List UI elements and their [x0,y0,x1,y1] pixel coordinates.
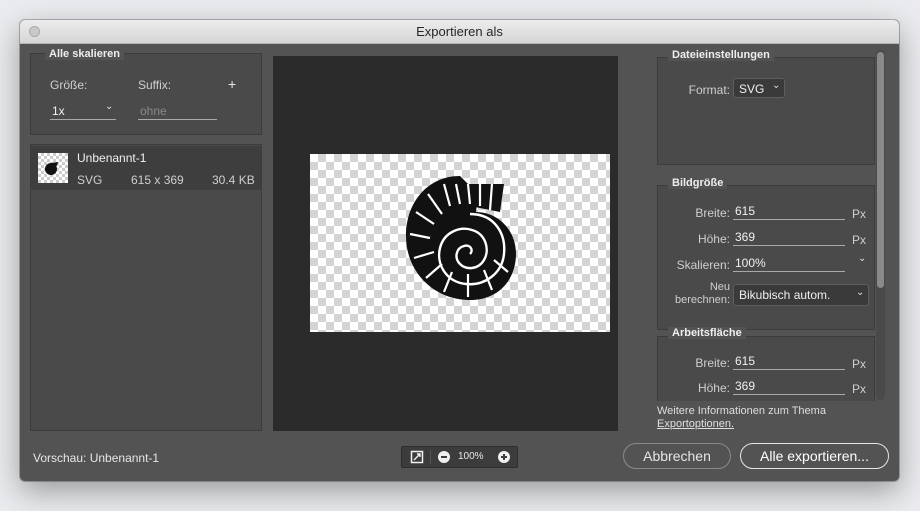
zoom-controls: 100% [401,446,518,468]
scale-value: 100% [735,256,766,270]
file-settings-panel [657,57,875,165]
asset-format: SVG [77,173,103,187]
preview-artboard [310,154,610,332]
artboard-height-label: Höhe: [697,381,730,395]
scale-label: Skalieren: [676,258,730,272]
fit-to-screen-icon[interactable] [406,450,431,464]
chevron-down-icon: ⌄ [856,287,865,298]
export-dialog: Exportieren als Alle skalieren Größe: Su… [20,20,899,481]
asset-filesize: 30.4 KB [212,173,255,187]
scale-section-title: Alle skalieren [45,48,124,60]
chevron-down-icon: ⌄ [772,80,781,91]
artboard-width-input[interactable]: 615 [733,354,845,370]
artboard-width-label: Breite: [695,356,730,370]
nautilus-shell-icon [45,162,58,175]
artboard-height-input[interactable]: 369 [733,379,845,395]
settings-scrollbar[interactable] [876,50,885,400]
zoom-out-icon[interactable] [438,451,450,463]
image-size-title: Bildgröße [668,177,728,189]
title-bar[interactable]: Exportieren als [20,20,899,44]
image-height-input[interactable]: 369 [733,230,845,246]
scale-select[interactable]: 100% [733,256,845,272]
zoom-level: 100% [458,451,484,462]
size-select-value: 1x [52,104,65,118]
size-label: Größe: [50,78,88,92]
asset-dimensions: 615 x 369 [131,173,184,187]
chevron-down-icon: ⌄ [858,253,867,264]
format-value: SVG [739,82,765,96]
resample-select[interactable]: Bikubisch autom. ⌄ [733,284,869,306]
image-width-input[interactable]: 615 [733,204,845,220]
artboard-title: Arbeitsfläche [668,327,746,339]
image-height-value: 369 [735,230,756,244]
asset-thumbnail [38,153,68,183]
chevron-down-icon: ⌄ [105,101,114,112]
artboard-width-unit: Px [852,357,867,371]
image-width-value: 615 [735,204,756,218]
suffix-placeholder: ohne [140,104,167,118]
image-width-label: Breite: [695,206,730,220]
zoom-in-icon[interactable] [498,451,510,463]
image-width-unit: Px [852,207,867,221]
resample-value: Bikubisch autom. [739,288,831,302]
suffix-label: Suffix: [138,78,172,92]
image-height-unit: Px [852,233,867,247]
artboard-height-unit: Px [852,382,867,396]
image-height-label: Höhe: [697,232,730,246]
artboard-height-value: 369 [735,379,756,393]
resample-label-line1: Neu [709,281,730,293]
export-options-link[interactable]: Exportoptionen. [657,418,734,430]
nautilus-shell-icon [406,176,516,300]
export-all-button[interactable]: Alle exportieren... [740,443,889,469]
window-title: Exportieren als [416,24,503,39]
format-label: Format: [688,83,730,97]
suffix-input[interactable]: ohne [138,104,217,120]
cancel-button[interactable]: Abbrechen [623,443,731,469]
asset-name: Unbenannt-1 [77,151,147,165]
format-select[interactable]: SVG ⌄ [733,78,785,98]
artboard-width-value: 615 [735,354,756,368]
file-settings-title: Dateieinstellungen [668,49,774,61]
add-scale-button[interactable]: + [228,76,236,92]
info-text: Weitere Informationen zum Thema [657,405,826,417]
scale-panel [30,53,262,135]
resample-label-line2: berechnen: [674,294,730,306]
preview-label: Vorschau: Unbenannt-1 [33,451,160,465]
scrollbar-thumb[interactable] [877,52,884,288]
